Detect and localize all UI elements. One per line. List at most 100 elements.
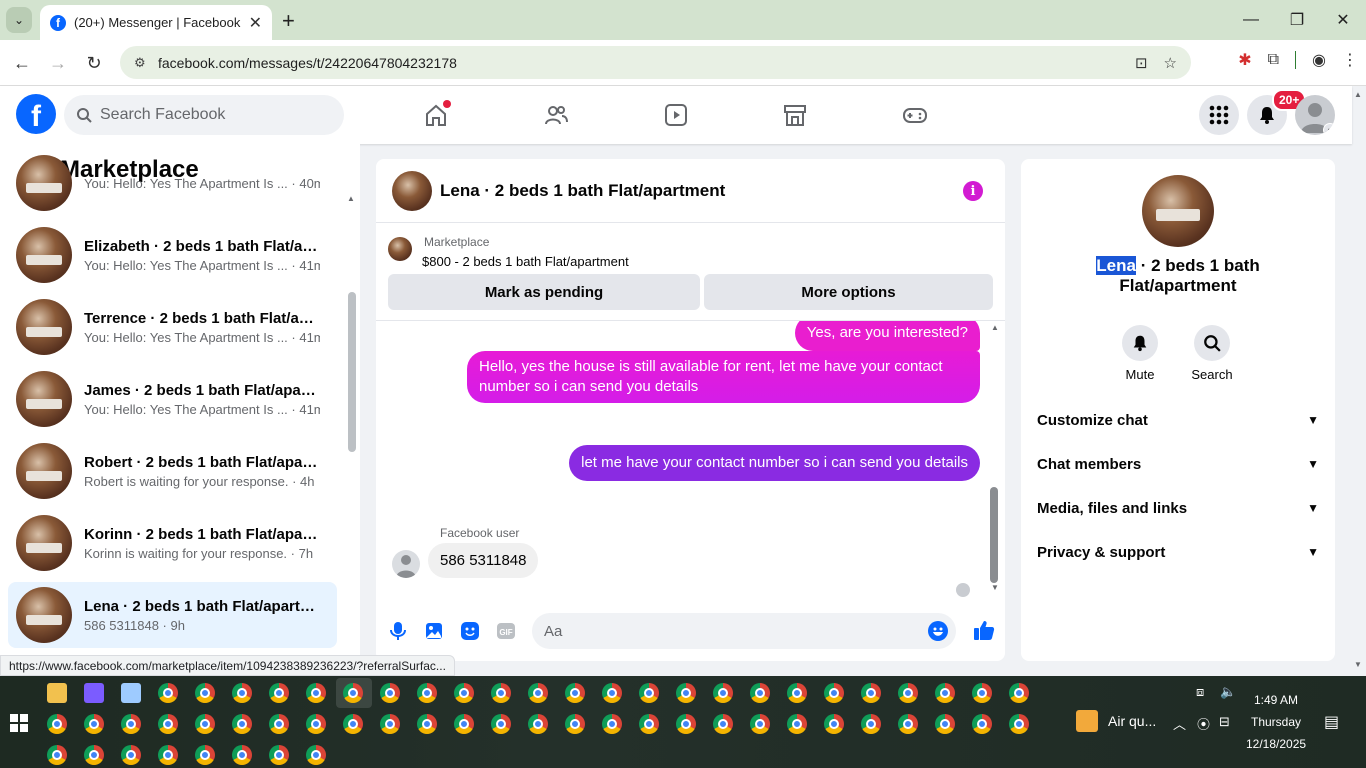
gaming-nav[interactable] (900, 100, 930, 130)
chrome-icon[interactable] (898, 714, 918, 734)
chrome-icon[interactable] (491, 714, 511, 734)
search-input[interactable] (100, 106, 320, 124)
chrome-icon[interactable] (935, 683, 955, 703)
page-scroll-down-arrow[interactable]: ▼ (1354, 660, 1362, 669)
mute-button[interactable] (1122, 325, 1158, 361)
tray-app-icon[interactable]: ⦿ (1197, 714, 1210, 733)
chrome-icon[interactable] (750, 683, 770, 703)
video-nav[interactable] (661, 100, 691, 130)
chrome-icon[interactable] (232, 745, 252, 765)
chrome-icon[interactable] (824, 714, 844, 734)
list-scrollbar[interactable] (348, 292, 356, 452)
chrome-icon[interactable] (84, 714, 104, 734)
chrome-icon[interactable] (343, 683, 363, 703)
account-avatar[interactable]: ▾ (1295, 95, 1335, 135)
chrome-icon[interactable] (84, 745, 104, 765)
friends-nav[interactable] (541, 100, 571, 130)
chrome-icon[interactable] (824, 683, 844, 703)
chrome-icon[interactable] (158, 683, 178, 703)
conversation-item[interactable]: Robert · 2 beds 1 bath Flat/apart... Rob… (8, 438, 337, 504)
outgoing-message[interactable]: Yes, are you interested? (794, 321, 980, 351)
marketplace-nav[interactable] (780, 100, 810, 130)
home-nav[interactable] (421, 100, 451, 130)
menu-button[interactable] (1199, 95, 1239, 135)
facebook-logo-icon[interactable]: f (16, 94, 56, 134)
chrome-icon[interactable] (232, 683, 252, 703)
clock-time[interactable]: 1:49 AM (1254, 693, 1298, 707)
chrome-icon[interactable] (750, 714, 770, 734)
chat-members-section[interactable]: Chat members ▼ (1037, 446, 1319, 482)
message-input-box[interactable] (532, 613, 956, 649)
chat-listing-thumbnail[interactable] (392, 170, 432, 211)
bookmark-star-icon[interactable]: ☆ (1164, 54, 1177, 72)
chrome-icon[interactable] (491, 683, 511, 703)
chrome-icon[interactable] (121, 714, 141, 734)
conversation-item-active[interactable]: Lena · 2 beds 1 bath Flat/apartm... 586 … (8, 582, 337, 648)
chrome-icon[interactable] (158, 745, 178, 765)
close-window-button[interactable]: ✕ (1320, 0, 1366, 40)
listing-large-thumbnail[interactable] (1142, 175, 1214, 247)
chrome-icon[interactable] (528, 683, 548, 703)
chrome-icon[interactable] (158, 714, 178, 734)
chrome-icon[interactable] (713, 714, 733, 734)
chrome-icon[interactable] (676, 714, 696, 734)
keyboard-icon[interactable] (121, 683, 141, 703)
more-options-button[interactable]: More options (704, 274, 993, 310)
chrome-icon[interactable] (195, 683, 215, 703)
browser-tab[interactable]: f (20+) Messenger | Facebook ✕ (40, 5, 272, 40)
mark-as-pending-button[interactable]: Mark as pending (388, 274, 700, 310)
forward-button[interactable]: → (45, 50, 71, 76)
chrome-icon[interactable] (528, 714, 548, 734)
chrome-icon[interactable] (380, 714, 400, 734)
network-icon[interactable]: ⊟ (1219, 714, 1230, 730)
emoji-icon[interactable] (928, 621, 948, 641)
conversation-item[interactable]: Terrence · 2 beds 1 bath Flat/apa... You… (8, 294, 337, 360)
gif-icon[interactable]: GIF (495, 620, 517, 642)
windows-start-icon[interactable] (10, 714, 28, 732)
restore-button[interactable]: ❐ (1274, 0, 1320, 40)
mute-action[interactable]: Mute (1112, 325, 1168, 382)
thread-scroll-up-arrow[interactable]: ▲ (991, 323, 999, 332)
clock-day[interactable]: Thursday (1251, 715, 1301, 729)
sender-avatar[interactable] (392, 550, 420, 578)
install-app-icon[interactable]: ⊡ (1135, 54, 1148, 72)
chrome-icon[interactable] (1009, 714, 1029, 734)
chrome-icon[interactable] (232, 714, 252, 734)
conversation-item[interactable]: You: Hello: Yes The Apartment Is ... · 4… (8, 150, 337, 216)
incoming-message[interactable]: 586 5311848 (428, 543, 539, 578)
thread-scrollbar[interactable] (990, 487, 998, 583)
microphone-icon[interactable] (387, 620, 409, 642)
list-scroll-up-arrow[interactable]: ▲ (347, 194, 355, 203)
customize-chat-section[interactable]: Customize chat ▼ (1037, 402, 1319, 438)
url-text[interactable]: facebook.com/messages/t/2422064780423217… (158, 55, 1135, 71)
chrome-icon[interactable] (639, 683, 659, 703)
chrome-icon[interactable] (713, 683, 733, 703)
volume-icon[interactable]: 🔈 (1220, 684, 1236, 700)
screen-capture-icon[interactable]: ⧈ (1196, 684, 1204, 700)
reload-button[interactable]: ↻ (81, 50, 107, 76)
outgoing-message[interactable]: Hello, yes the house is still available … (467, 351, 980, 403)
message-input[interactable] (544, 622, 914, 640)
chrome-icon[interactable] (861, 683, 881, 703)
chrome-icon[interactable] (417, 683, 437, 703)
sticker-icon[interactable] (459, 620, 481, 642)
chrome-icon[interactable] (195, 714, 215, 734)
chrome-icon[interactable] (47, 714, 67, 734)
chrome-icon[interactable] (861, 714, 881, 734)
chevron-up-icon[interactable]: ︿ (1173, 714, 1186, 733)
search-in-chat-button[interactable] (1194, 325, 1230, 361)
chrome-icon[interactable] (787, 683, 807, 703)
chrome-icon[interactable] (306, 745, 326, 765)
chrome-icon[interactable] (269, 683, 289, 703)
media-files-links-section[interactable]: Media, files and links ▼ (1037, 490, 1319, 526)
back-button[interactable]: ← (9, 50, 35, 76)
chrome-icon[interactable] (565, 714, 585, 734)
conversation-item[interactable]: Korinn · 2 beds 1 bath Flat/apart... Kor… (8, 510, 337, 576)
chrome-icon[interactable] (676, 683, 696, 703)
chrome-icon[interactable] (380, 683, 400, 703)
chrome-icon[interactable] (787, 714, 807, 734)
profile-icon[interactable]: ◉ (1312, 50, 1326, 70)
chrome-icon[interactable] (1009, 683, 1029, 703)
site-info-icon[interactable]: ⚙ (134, 55, 152, 71)
thread-scroll-down-arrow[interactable]: ▼ (991, 583, 999, 592)
